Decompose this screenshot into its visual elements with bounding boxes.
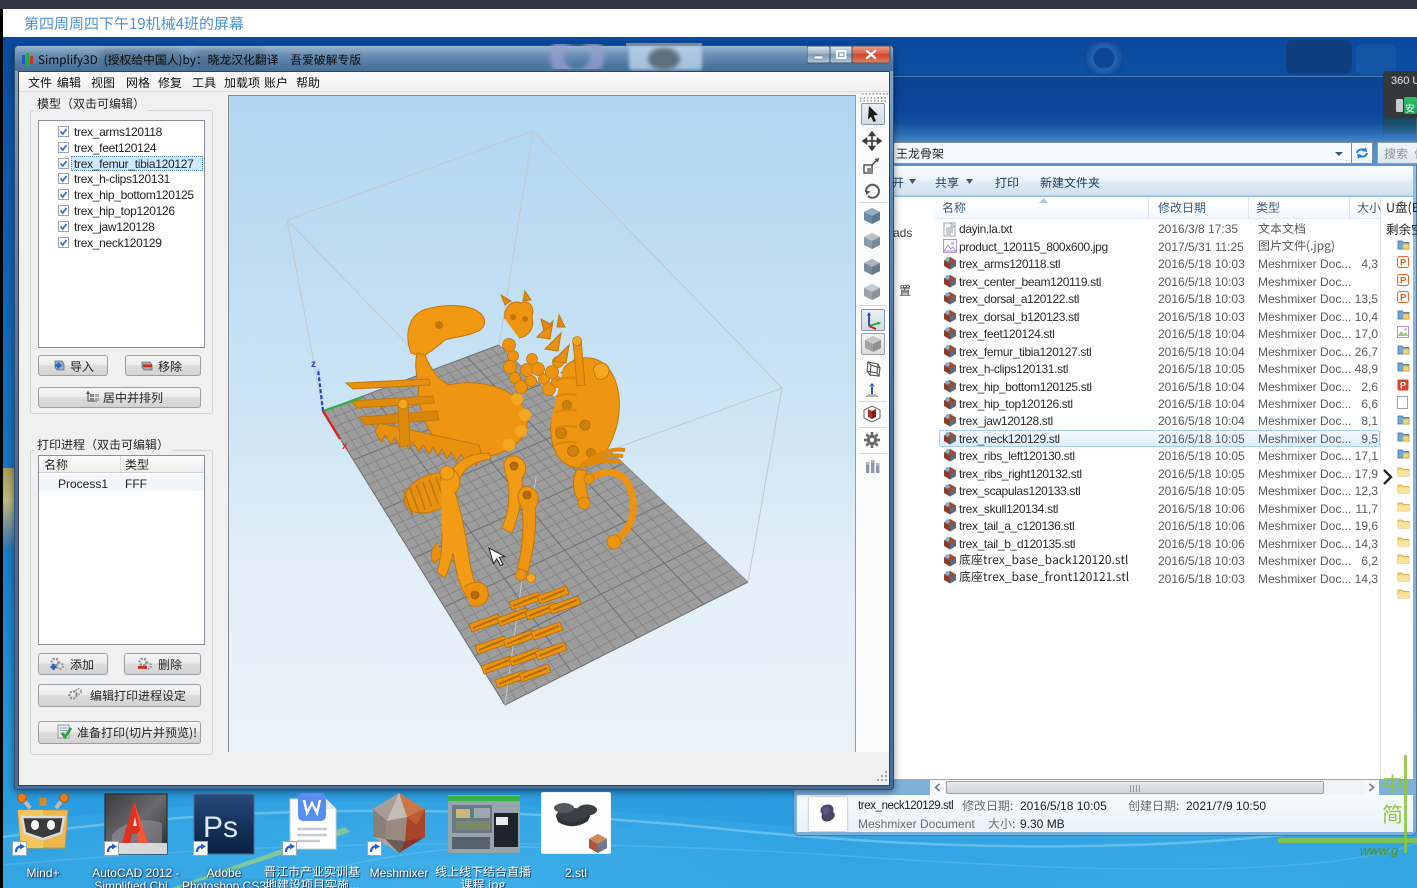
svg-text:P: P [1400, 293, 1407, 304]
svg-text:z: z [311, 359, 316, 370]
svg-text:Ps: Ps [203, 811, 238, 844]
svg-text:P: P [1400, 381, 1406, 391]
svg-text:x: x [342, 441, 348, 452]
svg-text:P: P [1400, 258, 1407, 269]
svg-text:P: P [1400, 276, 1407, 287]
